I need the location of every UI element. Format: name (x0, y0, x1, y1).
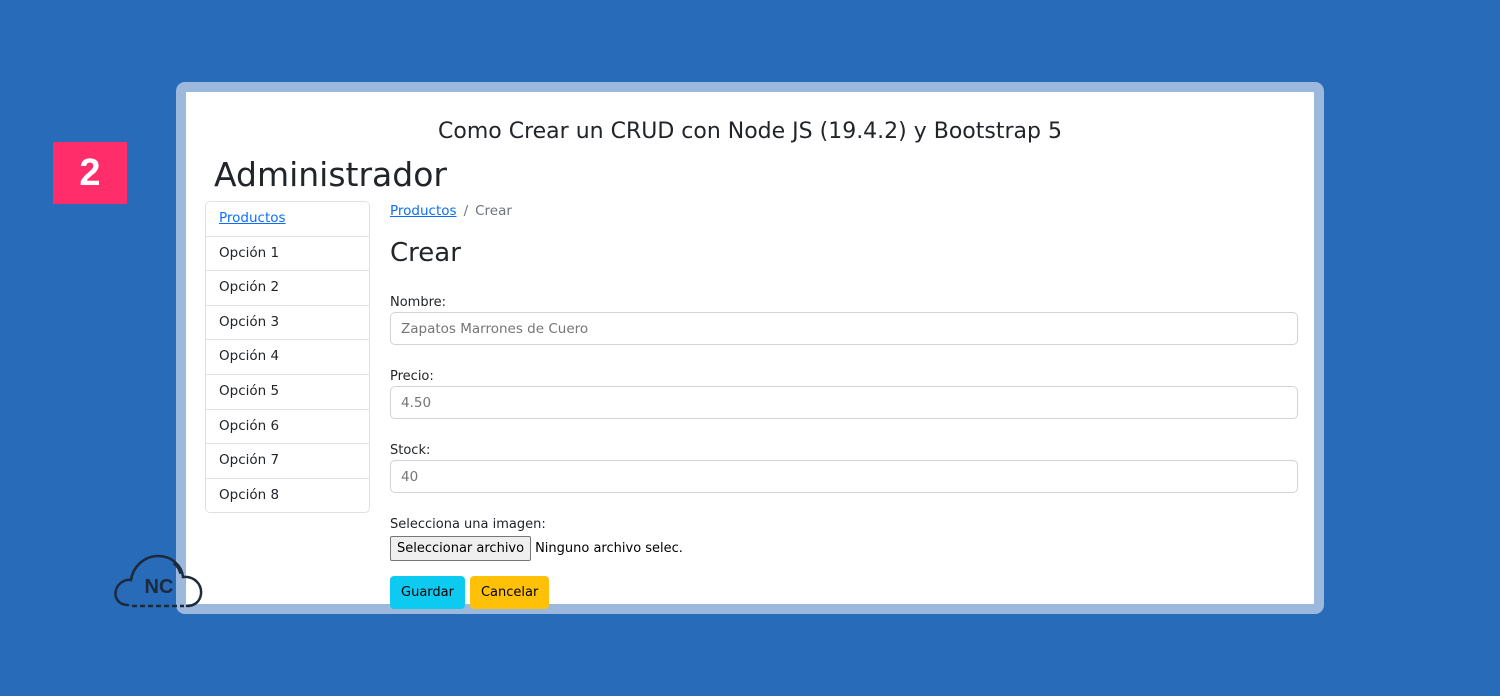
sidebar-item-opcion-7[interactable]: Opción 7 (206, 444, 369, 479)
precio-input[interactable] (390, 386, 1298, 419)
admin-title: Administrador (214, 155, 447, 194)
main-content: Productos / Crear Crear Nombre: Precio: St… (390, 201, 1298, 609)
form-actions: Guardar Cancelar (390, 576, 1298, 609)
precio-label: Precio: (390, 369, 434, 384)
file-status: Ninguno archivo selec. (535, 541, 683, 556)
stock-input[interactable] (390, 460, 1298, 493)
step-badge: 2 (53, 142, 127, 204)
sidebar-item-opcion-8[interactable]: Opción 8 (206, 479, 369, 513)
sidebar-item-opcion-4[interactable]: Opción 4 (206, 340, 369, 375)
nombre-label: Nombre: (390, 295, 447, 310)
sidebar-item-opcion-3[interactable]: Opción 3 (206, 306, 369, 341)
sidebar-item-opcion-1[interactable]: Opción 1 (206, 237, 369, 272)
breadcrumb-separator: / (463, 203, 469, 219)
cancel-button[interactable]: Cancelar (469, 576, 550, 609)
page: Como Crear un CRUD con Node JS (19.4.2) … (186, 92, 1314, 609)
logo-text: NC (144, 576, 174, 598)
nombre-input[interactable] (390, 312, 1298, 345)
form-title: Crear (390, 238, 461, 268)
select-file-button[interactable]: Seleccionar archivo (390, 536, 532, 561)
breadcrumb: Productos / Crear (390, 201, 1298, 221)
sidebar: Productos Opción 1 Opción 2 Opción 3 Opc… (205, 201, 370, 514)
imagen-label: Selecciona una imagen: (390, 517, 546, 532)
breadcrumb-productos-link[interactable]: Productos (390, 203, 457, 219)
sidebar-item-opcion-2[interactable]: Opción 2 (206, 271, 369, 306)
sidebar-item-opcion-5[interactable]: Opción 5 (206, 375, 369, 410)
breadcrumb-current: Crear (475, 203, 512, 219)
file-input: Seleccionar archivo Ninguno archivo sele… (390, 536, 1298, 561)
stock-label: Stock: (390, 443, 431, 458)
site-title: Como Crear un CRUD con Node JS (19.4.2) … (438, 119, 1062, 144)
sidebar-item-opcion-6[interactable]: Opción 6 (206, 410, 369, 445)
save-button[interactable]: Guardar (390, 576, 465, 609)
sidebar-item-productos[interactable]: Productos (206, 202, 369, 237)
